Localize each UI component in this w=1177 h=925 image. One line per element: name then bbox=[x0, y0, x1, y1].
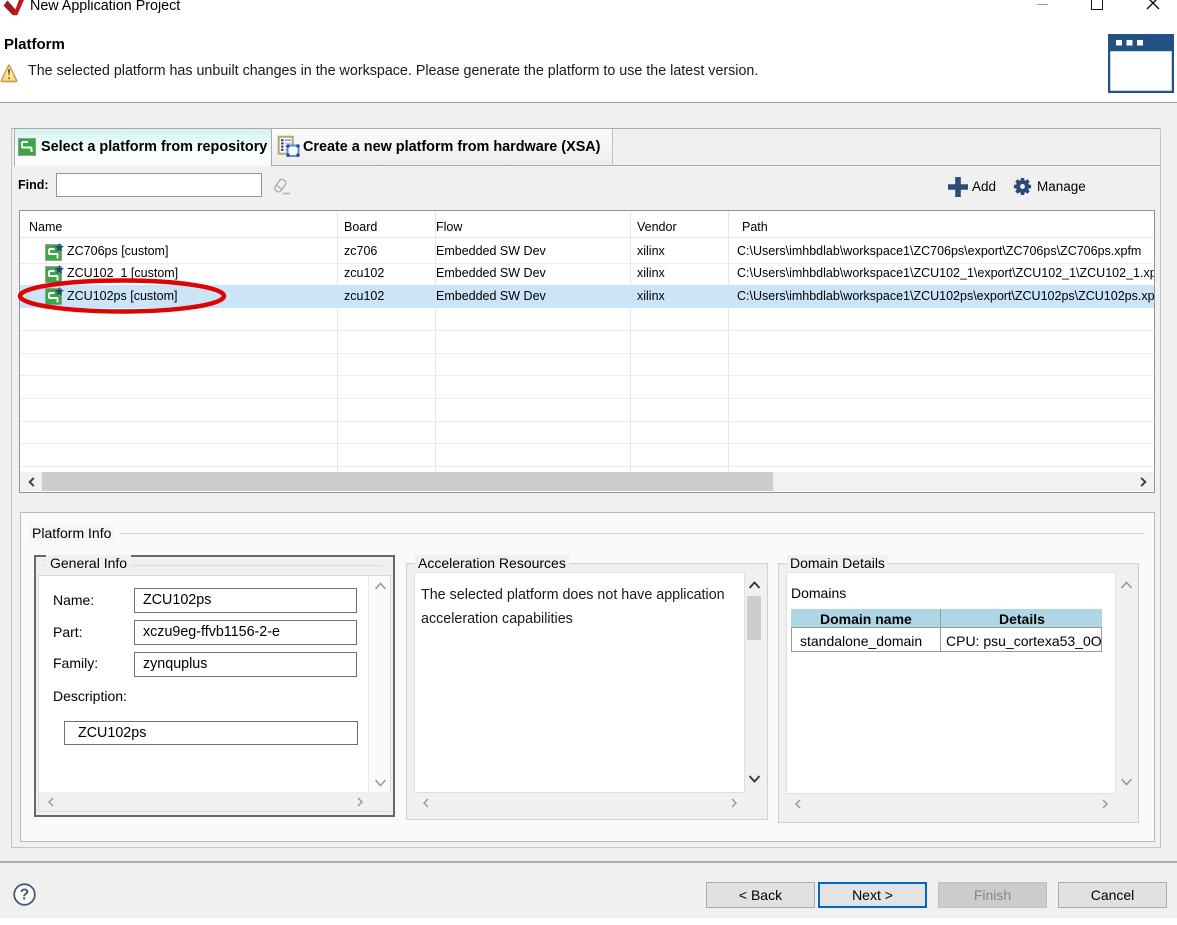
svg-text:?: ? bbox=[20, 886, 29, 903]
